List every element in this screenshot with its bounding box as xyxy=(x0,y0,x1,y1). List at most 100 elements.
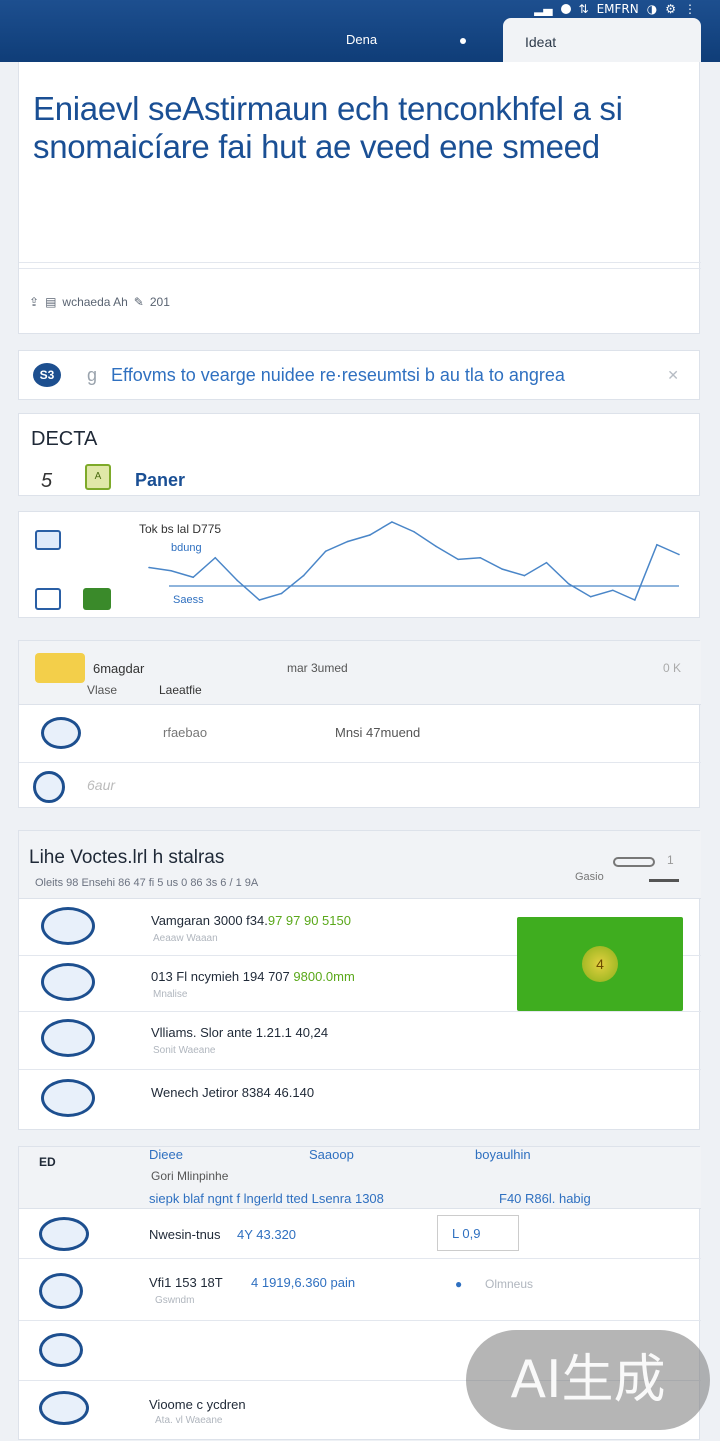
info-banner[interactable]: S3 g Effovms to vearge nuidee re·reseumt… xyxy=(18,350,700,400)
list-item[interactable]: 6aur xyxy=(19,763,701,809)
tab-active[interactable]: Ideat xyxy=(503,18,701,62)
panel-badge-icon[interactable]: A xyxy=(85,464,111,490)
brush-icon[interactable]: ✎ xyxy=(134,295,144,309)
filter-latest[interactable]: Laeatfie xyxy=(159,683,202,697)
avatar xyxy=(33,771,65,803)
table-row[interactable]: Wenech Jetiror 8384 46.140 xyxy=(19,1071,519,1129)
close-icon[interactable]: ✕ xyxy=(667,367,679,384)
list-item[interactable]: rfaebao Mnsi 47muend xyxy=(19,705,701,763)
banner-text[interactable]: Effovms to vearge nuidee re·reseumtsi b … xyxy=(111,365,565,386)
row-name: 013 Fl ncymieh 194 707 9800.0mm xyxy=(151,969,355,984)
delta-title: DECTA xyxy=(31,428,98,450)
row-name: Vioome c ycdren xyxy=(149,1397,246,1412)
status-bar: ▂▄ ⇅ EMFRN ◑ ⚙ ⋮ xyxy=(534,0,696,18)
filter-view[interactable]: Vlase xyxy=(87,683,117,697)
filter-label[interactable]: 6magdar xyxy=(93,661,144,676)
list-item[interactable]: Nwesin-tnus 4Y 43.320 L 0,9 xyxy=(19,1209,701,1259)
data-point xyxy=(324,550,327,553)
row-name: Vamgaran 3000 f34.97 97 90 5150 xyxy=(151,913,351,928)
avatar xyxy=(39,1217,89,1251)
dots-icon: ⋮ xyxy=(684,2,696,16)
data-point xyxy=(391,521,393,523)
votes-list: Lihe Voctes.lrl h stalras Oleits 98 Ense… xyxy=(18,830,701,1130)
header-caption: Gori Mlinpinhe xyxy=(151,1169,229,1183)
hero-meta-count: 201 xyxy=(149,294,170,309)
data-point xyxy=(634,599,636,601)
header-summary: F40 R86l. habig xyxy=(499,1191,591,1206)
data-point xyxy=(611,589,614,592)
value-box[interactable]: L 0,9 xyxy=(437,1215,519,1251)
share-icon[interactable]: ⇪ xyxy=(29,295,39,309)
status-text: EMFRN xyxy=(596,2,639,16)
folder-icon[interactable] xyxy=(35,653,85,683)
avatar xyxy=(39,1391,89,1425)
vote-button[interactable]: 4 xyxy=(517,917,683,1011)
avatar xyxy=(41,1019,95,1057)
votes-count: 1 xyxy=(667,853,674,867)
row-sub: Gswndm xyxy=(155,1295,195,1306)
row-name: Wenech Jetiror 8384 46.140 xyxy=(151,1085,315,1100)
info-icon: ● xyxy=(455,1277,463,1291)
data-point xyxy=(656,543,658,546)
divider xyxy=(19,262,701,263)
votes-header: Lihe Voctes.lrl h stalras Oleits 98 Ense… xyxy=(19,831,701,899)
row-sub: Sonit Waeane xyxy=(153,1045,216,1056)
row-name: Vlliams. Slor ante 1.21.1 40,24 xyxy=(151,1025,329,1040)
section-title: Lihe Voctes.lrl h stalras xyxy=(29,847,225,868)
top-app-bar: ▂▄ ⇅ EMFRN ◑ ⚙ ⋮ Dena Ideat xyxy=(0,0,720,62)
mini-chart-card: Tok bs lal D775 bdung Saess xyxy=(18,511,700,618)
data-point xyxy=(258,599,261,601)
list-item[interactable]: Vfi1 153 18T 4 1919,6.360 pain Gswndm ● … xyxy=(19,1259,701,1321)
ai-watermark: AI生成 xyxy=(466,1330,710,1430)
header-link[interactable]: Saaoop xyxy=(309,1147,354,1162)
filter-list: 6magdar mar 3umed 0 K Vlase Laeatfie rfa… xyxy=(18,640,701,809)
banner-letter: g xyxy=(87,364,98,385)
avatar xyxy=(41,717,81,749)
settings-icon: ⚙ xyxy=(665,2,676,16)
data-point xyxy=(678,553,680,556)
header-code: ED xyxy=(39,1155,56,1169)
filter-sort[interactable]: mar 3umed xyxy=(287,661,348,675)
signal-icon: ▂▄ xyxy=(534,2,553,16)
header-link[interactable]: boyaulhin xyxy=(475,1147,531,1162)
data-point xyxy=(236,579,239,582)
table-row[interactable]: Vamgaran 3000 f34.97 97 90 5150 Aeaaw Wa… xyxy=(19,899,519,957)
row-extra: Olmneus xyxy=(485,1277,534,1291)
panel-label[interactable]: Paner xyxy=(135,470,185,491)
calendar-icon[interactable] xyxy=(35,530,61,550)
data-point xyxy=(523,574,526,577)
list-item-title: rfaebao xyxy=(163,725,208,740)
list-item-value: Mnsi 47muend xyxy=(335,725,421,740)
data-point xyxy=(214,556,217,559)
data-point xyxy=(589,595,592,598)
box-value: L 0,9 xyxy=(452,1226,481,1241)
data-point xyxy=(567,582,570,585)
data-point xyxy=(280,592,283,595)
data-point xyxy=(545,561,548,564)
alarm-icon xyxy=(560,4,571,14)
votes-link[interactable]: Gasio xyxy=(575,871,604,883)
section-subtitle: Oleits 98 Ensehi 86 47 fi 5 us 0 86 3s 6… xyxy=(35,877,259,889)
series-line xyxy=(148,521,680,601)
avatar xyxy=(41,907,95,945)
row-sub: Mnalise xyxy=(153,989,188,1000)
table-row[interactable]: 013 Fl ncymieh 194 707 9800.0mm Mnalise xyxy=(19,955,519,1013)
toggle-switch[interactable] xyxy=(613,857,655,867)
row-value: 4 1919,6.360 pain xyxy=(251,1275,356,1290)
data-point xyxy=(457,558,459,561)
data-point xyxy=(479,556,482,559)
page-title: Eniaevl seAstirmaun ech tenconkhfel a si… xyxy=(33,90,623,165)
tab-demo[interactable]: Dena xyxy=(346,32,377,47)
data-point xyxy=(302,574,305,577)
bolt-icon: 4 xyxy=(582,946,618,982)
doc-icon[interactable]: ▤ xyxy=(45,295,56,309)
underline xyxy=(649,879,679,882)
header-link[interactable]: Dieee xyxy=(149,1147,183,1162)
filter-count: 0 K xyxy=(662,661,681,675)
edit-icon[interactable] xyxy=(83,588,111,610)
chart-icon[interactable] xyxy=(35,588,61,610)
data-point xyxy=(501,568,504,570)
row-sub: Ata. vl Waeane xyxy=(155,1415,223,1426)
avatar xyxy=(41,963,95,1001)
table-row[interactable]: Vlliams. Slor ante 1.21.1 40,24 Sonit Wa… xyxy=(19,1011,519,1069)
